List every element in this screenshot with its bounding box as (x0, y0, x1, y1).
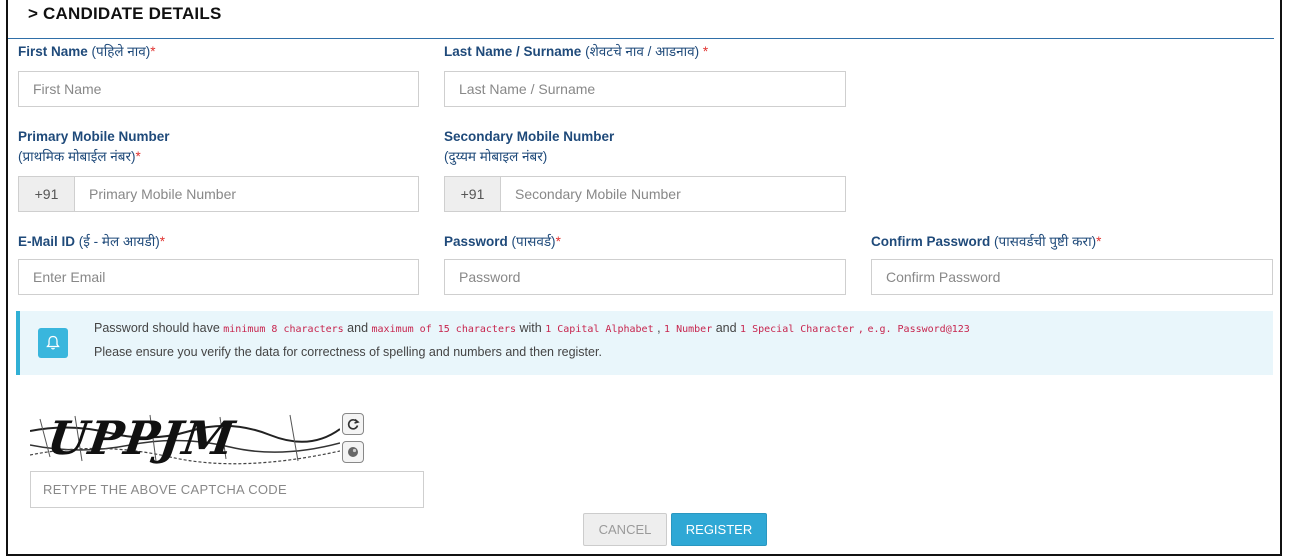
confirm-password-label: Confirm Password (पासवर्डची पुष्टी करा)* (871, 232, 1101, 252)
audio-icon[interactable] (342, 441, 364, 463)
last-name-label: Last Name / Surname (शेवटचे नाव / आडनाव)… (444, 42, 708, 62)
password-rules-text: Password should have minimum 8 character… (94, 321, 970, 335)
confirm-password-label-mr: (पासवर्डची पुष्टी करा) (994, 234, 1097, 249)
info-code: e.g. Password@123 (867, 324, 970, 335)
country-code-prefix: +91 (19, 177, 75, 211)
country-code-prefix: +91 (445, 177, 501, 211)
info-code: 1 Special Character (740, 324, 855, 335)
first-name-label: First Name (पहिले नाव)* (18, 42, 156, 62)
required-marker: * (702, 44, 709, 59)
secondary-mobile-placeholder: Secondary Mobile Number (515, 186, 681, 202)
primary-mobile-label-en: Primary Mobile Number (18, 129, 170, 144)
required-marker: * (150, 44, 156, 59)
section-title: > CANDIDATE DETAILS (28, 4, 222, 23)
info-text: Password should have (94, 321, 220, 335)
secondary-mobile-label-mr: (दुय्यम मोबाइल नंबर) (444, 149, 548, 164)
confirm-password-input[interactable]: Confirm Password (871, 259, 1273, 295)
first-name-label-mr: (पहिले नाव) (91, 44, 151, 59)
secondary-mobile-input[interactable]: +91 Secondary Mobile Number (444, 176, 846, 212)
required-marker: * (1096, 234, 1102, 249)
password-label-mr: (पासवर्ड) (511, 234, 556, 249)
first-name-placeholder: First Name (33, 81, 102, 97)
email-input[interactable]: Enter Email (18, 259, 419, 295)
refresh-icon[interactable] (342, 413, 364, 435)
password-info-alert: Password should have minimum 8 character… (16, 311, 1273, 375)
required-marker: * (555, 234, 561, 249)
email-label: E-Mail ID (ई - मेल आयडी)* (18, 232, 165, 252)
cancel-button[interactable]: CANCEL (583, 513, 667, 546)
password-input[interactable]: Password (444, 259, 846, 295)
info-code: , (857, 324, 864, 335)
primary-mobile-label: Primary Mobile Number (प्राथमिक मोबाईल न… (18, 127, 170, 167)
info-code: minimum 8 characters (223, 324, 344, 335)
info-code: 1 Number (664, 324, 713, 335)
register-button[interactable]: REGISTER (671, 513, 767, 546)
last-name-label-en: Last Name / Surname (444, 44, 582, 59)
last-name-placeholder: Last Name / Surname (459, 81, 596, 97)
info-text: with (519, 321, 542, 335)
email-label-mr: (ई - मेल आयडी) (78, 234, 160, 249)
secondary-mobile-label: Secondary Mobile Number (दुय्यम मोबाइल न… (444, 127, 614, 167)
bell-icon (38, 328, 68, 358)
required-marker: * (159, 234, 165, 249)
info-code: maximum of 15 characters (371, 324, 517, 335)
password-placeholder: Password (459, 269, 521, 285)
password-label: Password (पासवर्ड)* (444, 232, 561, 252)
captcha-code: UPPJM (44, 411, 239, 465)
email-label-en: E-Mail ID (18, 234, 76, 249)
section-divider (8, 38, 1274, 39)
info-text: and (347, 321, 369, 335)
first-name-label-en: First Name (18, 44, 88, 59)
primary-mobile-input[interactable]: +91 Primary Mobile Number (18, 176, 419, 212)
info-text: and (715, 321, 737, 335)
confirm-password-placeholder: Confirm Password (886, 269, 1001, 285)
primary-mobile-placeholder: Primary Mobile Number (89, 186, 237, 202)
last-name-input[interactable]: Last Name / Surname (444, 71, 846, 107)
secondary-mobile-label-en: Secondary Mobile Number (444, 129, 615, 144)
captcha-image: UPPJM (30, 411, 340, 465)
captcha-input[interactable]: RETYPE THE ABOVE CAPTCHA CODE (30, 471, 424, 508)
first-name-input[interactable]: First Name (18, 71, 419, 107)
confirm-password-label-en: Confirm Password (871, 234, 991, 249)
primary-mobile-label-mr: (प्राथमिक मोबाईल नंबर) (18, 149, 136, 164)
info-code: 1 Capital Alphabet (545, 324, 654, 335)
captcha-placeholder: RETYPE THE ABOVE CAPTCHA CODE (43, 482, 287, 497)
password-label-en: Password (444, 234, 508, 249)
required-marker: * (135, 149, 141, 164)
info-text: , (657, 321, 661, 335)
last-name-label-mr: (शेवटचे नाव / आडनाव) (585, 44, 700, 59)
verify-data-text: Please ensure you verify the data for co… (94, 345, 602, 359)
email-placeholder: Enter Email (33, 269, 106, 285)
